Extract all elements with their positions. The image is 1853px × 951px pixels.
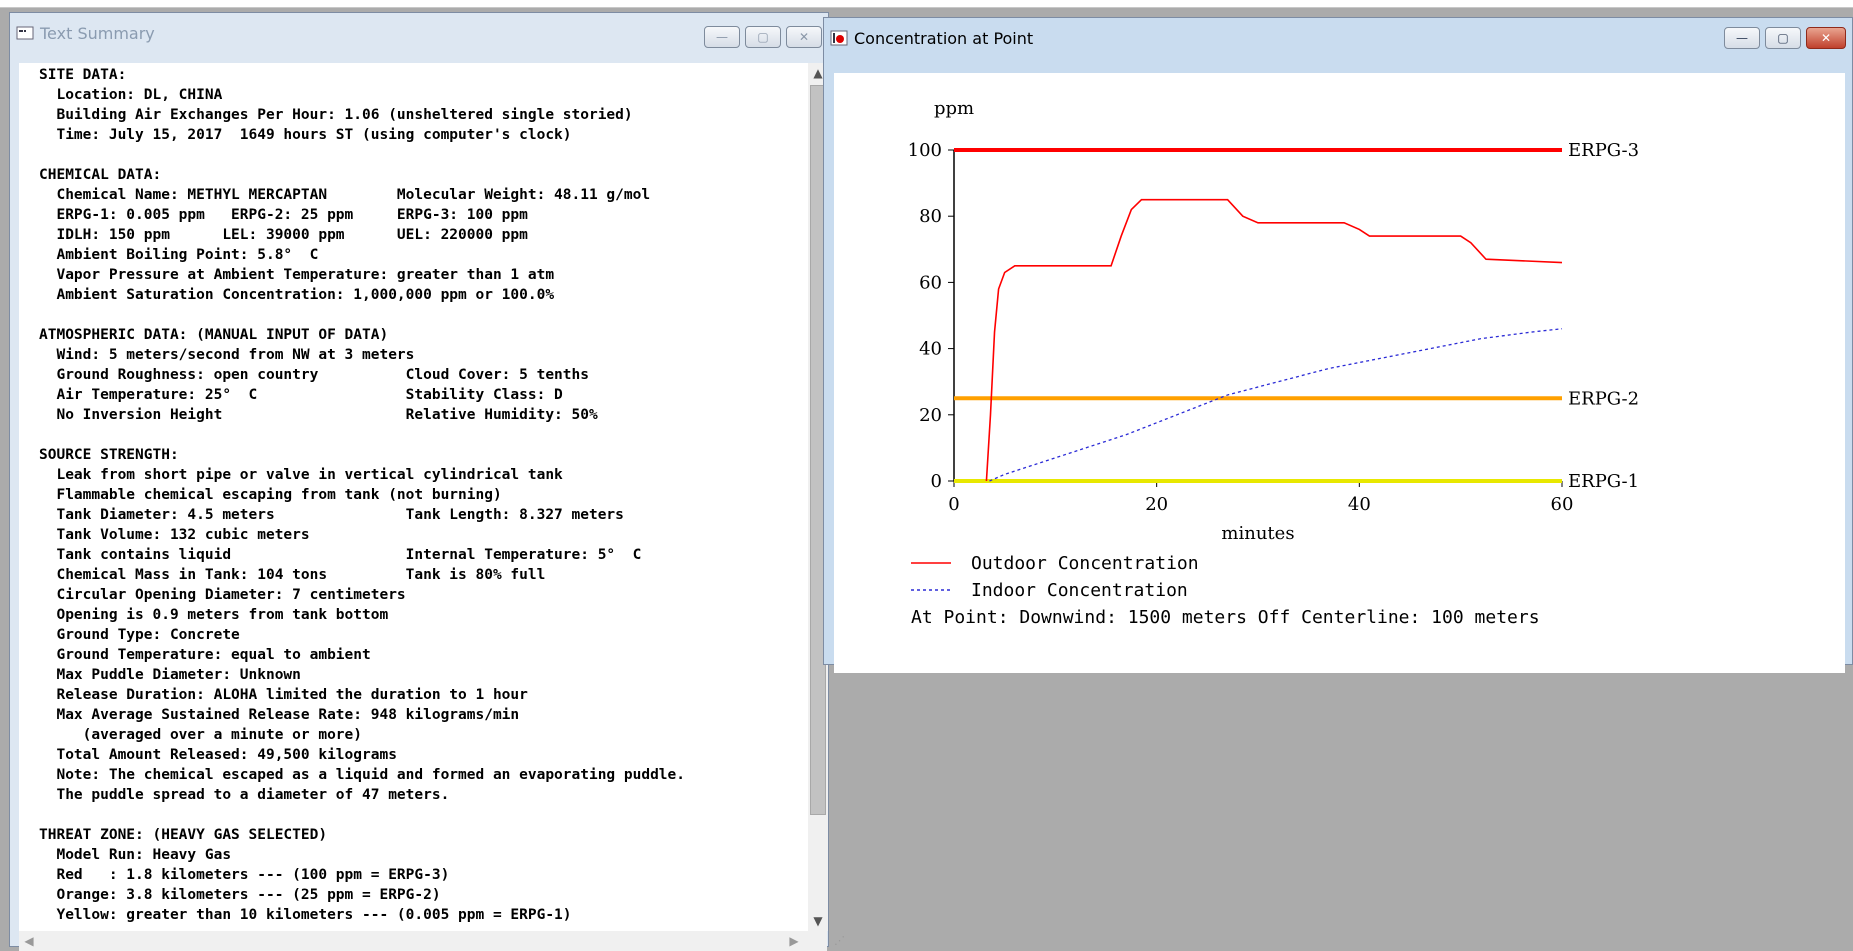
summary-line: Max Average Sustained Release Rate: 948 … — [39, 707, 520, 723]
y-tick-label: 0 — [931, 471, 942, 492]
chart-area: 0 20 40 60 80 100 0 20 40 60 ppm minutes ERPG-3 ERPG-… — [834, 73, 1845, 673]
x-tick-label: 60 — [1551, 494, 1574, 515]
close-button[interactable]: ✕ — [786, 26, 822, 48]
indoor-concentration-line — [989, 328, 1563, 482]
close-button[interactable]: ✕ — [1806, 27, 1846, 49]
summary-line: Red : 1.8 kilometers --- (100 ppm = ERPG… — [39, 867, 450, 883]
summary-line: THREAT ZONE: (HEAVY GAS SELECTED) — [39, 827, 328, 843]
summary-text: SITE DATA: Location: DL, CHINA Building … — [19, 63, 827, 925]
legend-label: Outdoor Concentration — [971, 553, 1199, 574]
summary-line: Total Amount Released: 49,500 kilograms — [39, 747, 397, 763]
text-summary-window: Text Summary — ▢ ✕ SITE DATA: Location: … — [9, 12, 845, 951]
summary-line: Ground Type: Concrete — [39, 627, 240, 643]
summary-line: Flammable chemical escaping from tank (n… — [39, 487, 502, 503]
y-tick-label: 20 — [919, 405, 942, 426]
concentration-titlebar[interactable]: Concentration at Point — ▢ ✕ — [824, 18, 1852, 58]
summary-line: The puddle spread to a diameter of 47 me… — [39, 787, 450, 803]
minimize-icon: — — [1736, 31, 1748, 45]
minimize-button[interactable]: — — [704, 26, 740, 48]
summary-line: Tank Volume: 132 cubic meters — [39, 527, 310, 543]
threshold-label: ERPG-1 — [1568, 471, 1639, 492]
summary-line: Yellow: greater than 10 kilometers --- (… — [39, 907, 572, 923]
summary-line: ATMOSPHERIC DATA: (MANUAL INPUT OF DATA) — [39, 327, 389, 343]
y-tick-label: 60 — [919, 272, 942, 293]
summary-line: ERPG-1: 0.005 ppm ERPG-2: 25 ppm ERPG-3:… — [39, 207, 528, 223]
x-axis-label: minutes — [1221, 523, 1294, 544]
maximize-button[interactable]: ▢ — [745, 26, 781, 48]
summary-line: Release Duration: ALOHA limited the dura… — [39, 687, 528, 703]
summary-line: SOURCE STRENGTH: — [39, 447, 179, 463]
summary-line: (averaged over a minute or more) — [39, 727, 363, 743]
scroll-right-arrow-icon[interactable]: ▶ — [784, 931, 804, 951]
outdoor-concentration-line — [985, 198, 1563, 482]
chart-app-icon — [830, 30, 848, 46]
summary-line: Ambient Boiling Point: 5.8° C — [39, 247, 319, 263]
summary-line: Opening is 0.9 meters from tank bottom — [39, 607, 389, 623]
summary-text-area[interactable]: SITE DATA: Location: DL, CHINA Building … — [19, 63, 827, 931]
concentration-title: Concentration at Point — [854, 28, 1034, 48]
scroll-left-arrow-icon[interactable]: ◀ — [19, 931, 39, 951]
text-summary-titlebar[interactable]: Text Summary — ▢ ✕ — [10, 13, 828, 53]
summary-line: Location: DL, CHINA — [39, 87, 223, 103]
y-tick-label: 100 — [908, 140, 942, 161]
summary-line: Ground Roughness: open country Cloud Cov… — [39, 367, 589, 383]
summary-line: Tank Diameter: 4.5 meters Tank Length: 8… — [39, 507, 624, 523]
summary-line: Tank contains liquid Internal Temperatur… — [39, 547, 642, 563]
summary-line: Orange: 3.8 kilometers --- (25 ppm = ERP… — [39, 887, 441, 903]
threshold-label: ERPG-3 — [1568, 140, 1639, 161]
summary-line: Building Air Exchanges Per Hour: 1.06 (u… — [39, 107, 633, 123]
y-tick-label: 40 — [919, 339, 942, 360]
x-tick-label: 20 — [1145, 494, 1168, 515]
top-strip — [0, 0, 1853, 8]
summary-line: Model Run: Heavy Gas — [39, 847, 232, 863]
summary-line: CHEMICAL DATA: — [39, 167, 162, 183]
summary-line: Time: July 15, 2017 1649 hours ST (using… — [39, 127, 572, 143]
summary-line: Chemical Mass in Tank: 104 tons Tank is … — [39, 567, 546, 583]
close-icon: ✕ — [798, 30, 810, 44]
summary-line: Max Puddle Diameter: Unknown — [39, 667, 301, 683]
x-tick-label: 0 — [948, 494, 959, 515]
legend-label: Indoor Concentration — [971, 580, 1188, 601]
y-tick-label: 80 — [919, 206, 942, 227]
horizontal-scrollbar[interactable]: ◀ ▶ ⋰ — [19, 931, 845, 951]
summary-line: Ambient Saturation Concentration: 1,000,… — [39, 287, 555, 303]
summary-line: SITE DATA: — [39, 67, 127, 83]
maximize-button[interactable]: ▢ — [1765, 27, 1801, 49]
minimize-icon: — — [716, 30, 728, 44]
summary-line: Circular Opening Diameter: 7 centimeters — [39, 587, 406, 603]
concentration-window: Concentration at Point — ▢ ✕ 0 20 40 60 80 10… — [823, 17, 1853, 673]
text-summary-app-icon — [16, 25, 34, 41]
summary-line: Wind: 5 meters/second from NW at 3 meter… — [39, 347, 415, 363]
x-tick-label: 40 — [1348, 494, 1371, 515]
scroll-down-arrow-icon[interactable]: ▼ — [808, 911, 828, 931]
summary-line: IDLH: 150 ppm LEL: 39000 ppm UEL: 220000… — [39, 227, 528, 243]
summary-line: No Inversion Height Relative Humidity: 5… — [39, 407, 598, 423]
concentration-chart: 0 20 40 60 80 100 0 20 40 60 ppm minutes ERPG-3 ERPG-… — [908, 98, 1639, 628]
resize-grip-icon[interactable]: ⋰ — [834, 934, 845, 947]
y-axis-label: ppm — [934, 98, 974, 119]
close-icon: ✕ — [1820, 31, 1832, 45]
summary-line: Chemical Name: METHYL MERCAPTAN Molecula… — [39, 187, 651, 203]
at-point-info: At Point: Downwind: 1500 meters Off Cent… — [911, 607, 1540, 628]
summary-line: Leak from short pipe or valve in vertica… — [39, 467, 563, 483]
text-summary-title: Text Summary — [40, 23, 155, 43]
threshold-label: ERPG-2 — [1568, 388, 1639, 409]
summary-line: Air Temperature: 25° C Stability Class: … — [39, 387, 563, 403]
maximize-icon: ▢ — [1777, 31, 1789, 45]
summary-line: Ground Temperature: equal to ambient — [39, 647, 371, 663]
summary-line: Note: The chemical escaped as a liquid a… — [39, 767, 686, 783]
minimize-button[interactable]: — — [1724, 27, 1760, 49]
summary-line: Vapor Pressure at Ambient Temperature: g… — [39, 267, 555, 283]
maximize-icon: ▢ — [757, 30, 769, 44]
